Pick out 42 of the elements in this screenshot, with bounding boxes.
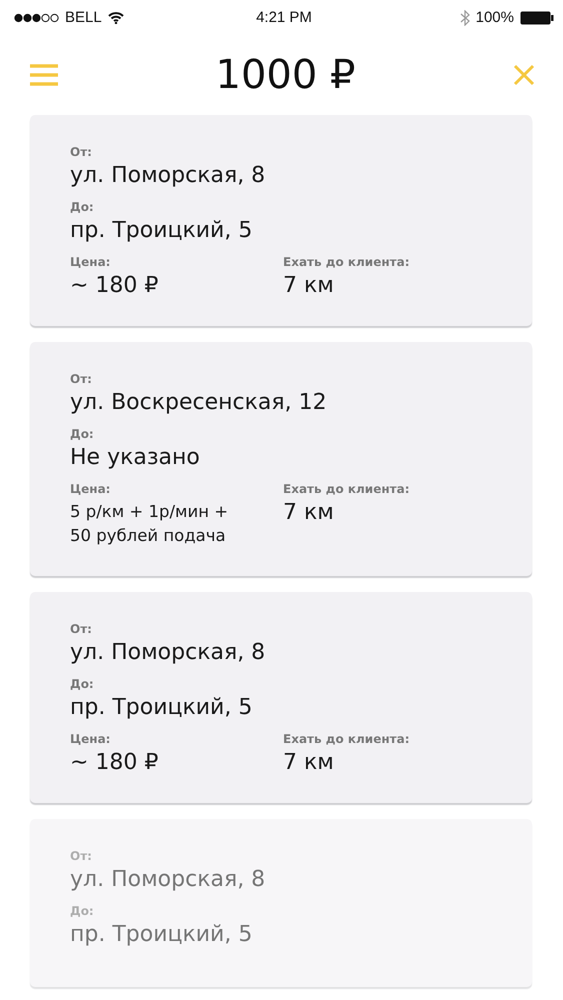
field-label: Ехать до клиента: [283,732,410,746]
battery-percent: 100% [476,9,514,26]
carrier-name: BELL [65,9,102,26]
field-label: До: [70,904,94,918]
price-value: ~ 180 ₽ [70,750,158,775]
to-address: Не указано [70,445,200,470]
status-time: 4:21 PM [256,9,312,26]
order-card[interactable]: От: ул. Воскресенская, 12 До: Не указано Цена: 5 р/км + 1р/мин + 50 рублей подача Ехать до клиента: 7 км [30,342,532,576]
price-value: 5 р/км + 1р/мин + 50 рублей подача [70,501,230,547]
field-label: Цена: [70,482,110,496]
to-address: пр. Троицкий, 5 [70,922,252,947]
price-value: ~ 180 ₽ [70,273,158,298]
field-label: От: [70,849,92,863]
balance-title: 1000 ₽ [216,52,356,98]
field-label: От: [70,145,92,159]
field-label: От: [70,622,92,636]
field-label: Цена: [70,732,110,746]
battery-icon [520,10,554,24]
distance-value: 7 км [283,273,334,298]
from-address: ул. Воскресенская, 12 [70,390,327,415]
to-address: пр. Троицкий, 5 [70,218,252,243]
order-card[interactable]: От: ул. Поморская, 8 До: пр. Троицкий, 5 [30,819,532,987]
order-card[interactable]: От: ул. Поморская, 8 До: пр. Троицкий, 5 Цена: ~ 180 ₽ Ехать до клиента: 7 км [30,115,532,326]
signal-icon [14,12,59,22]
field-label: До: [70,427,94,441]
field-label: До: [70,677,94,691]
wifi-icon [108,12,124,24]
order-card[interactable]: От: ул. Поморская, 8 До: пр. Троицкий, 5 Цена: ~ 180 ₽ Ехать до клиента: 7 км [30,592,532,803]
close-button[interactable] [513,64,535,86]
from-address: ул. Поморская, 8 [70,640,266,665]
field-label: От: [70,372,92,386]
from-address: ул. Поморская, 8 [70,163,266,188]
field-label: До: [70,200,94,214]
field-label: Цена: [70,255,110,269]
to-address: пр. Троицкий, 5 [70,695,252,720]
field-label: Ехать до клиента: [283,482,410,496]
distance-value: 7 км [283,500,334,525]
distance-value: 7 км [283,750,334,775]
field-label: Ехать до клиента: [283,255,410,269]
bluetooth-icon [460,10,470,26]
menu-button[interactable] [30,63,58,87]
from-address: ул. Поморская, 8 [70,867,266,892]
